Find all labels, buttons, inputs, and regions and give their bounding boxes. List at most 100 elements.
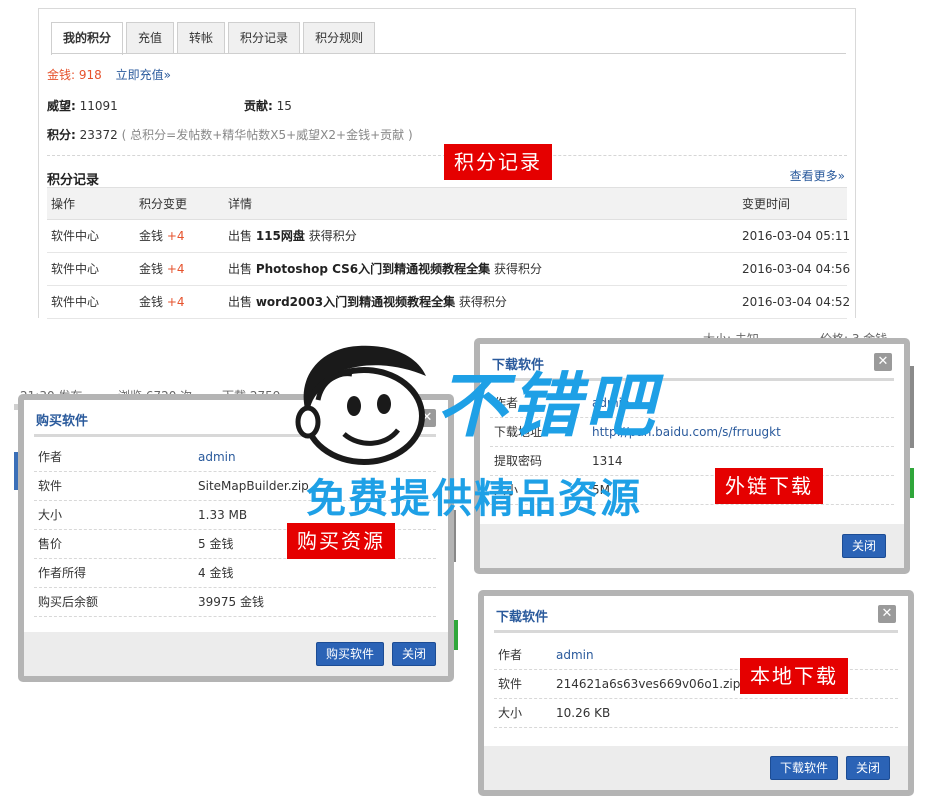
dialog-footer: 下载软件 关闭 (484, 746, 908, 790)
tab-recharge[interactable]: 充值 (126, 22, 175, 54)
row-operation: 软件中心 (51, 262, 100, 276)
money-label: 金钱: (47, 68, 76, 82)
contribution-value: 15 (276, 99, 292, 113)
row-currency: 金钱 (139, 295, 164, 309)
close-icon[interactable]: ✕ (878, 605, 896, 623)
records-table: 操作 积分变更 详情 变更时间 软件中心 金钱 +4 出售 115网盘 获得积分… (47, 187, 851, 319)
buy-button[interactable]: 购买软件 (316, 642, 385, 666)
row-delta: +4 (166, 229, 185, 243)
row-key: 大小 (38, 508, 63, 522)
row-time: 2016-03-04 05:11 (742, 229, 851, 243)
recharge-link[interactable]: 立即充值» (116, 68, 171, 82)
dialog-footer: 关闭 (480, 524, 904, 568)
row-key: 作者所得 (38, 566, 87, 580)
mascot-face-icon (295, 345, 426, 465)
dialog-row: 购买后余额 39975 金钱 (34, 588, 436, 617)
table-header: 操作 积分变更 详情 变更时间 (47, 187, 847, 220)
tab-points-records[interactable]: 积分记录 (228, 22, 301, 54)
row-value: 1.33 MB (198, 508, 248, 522)
author-link[interactable]: admin (198, 443, 236, 471)
contribution-row: 贡献: 15 (244, 97, 292, 114)
row-detail: 出售 115网盘 获得积分 (228, 220, 357, 253)
table-row: 软件中心 金钱 +4 出售 word2003入门到精通视频教程全集 获得积分 2… (47, 286, 851, 319)
row-suffix: 获得积分 (308, 229, 357, 243)
row-key: 购买后余额 (38, 595, 99, 609)
row-change: 金钱 +4 (139, 286, 185, 319)
records-title: 积分记录 (47, 173, 100, 188)
dialog-title: 下载软件 (496, 610, 549, 625)
row-value: 214621a6s63ves669v06o1.zip (556, 677, 741, 691)
header-change: 积分变更 (139, 197, 188, 211)
row-item: 115网盘 (255, 229, 305, 243)
tab-points-rules[interactable]: 积分规则 (303, 22, 376, 54)
dialog-title: 购买软件 (36, 414, 89, 429)
row-item: word2003入门到精通视频教程全集 (255, 295, 456, 309)
row-key: 售价 (38, 537, 63, 551)
row-item: Photoshop CS6入门到精通视频教程全集 (255, 262, 491, 276)
row-prefix: 出售 (228, 229, 253, 243)
close-button[interactable]: 关闭 (846, 756, 891, 780)
dialog-row: 大小 10.26 KB (494, 699, 898, 728)
close-button[interactable]: 关闭 (842, 534, 887, 558)
row-value: 4 金钱 (198, 566, 234, 580)
watermark-logo: 不错吧 免费提供精品资源 (288, 340, 728, 522)
badge-external-download: 外链下载 (715, 468, 823, 504)
row-delta: +4 (166, 295, 185, 309)
row-time: 2016-03-04 04:56 (742, 262, 851, 276)
row-key: 软件 (38, 479, 63, 493)
points-row: 积分: 23372 ( 总积分=发帖数+精华帖数X5+威望X2+金钱+贡献 ) (47, 126, 413, 143)
badge-local-download: 本地下载 (740, 658, 848, 694)
table-row: 软件中心 金钱 +4 出售 115网盘 获得积分 2016-03-04 05:1… (47, 220, 851, 253)
download-button[interactable]: 下载软件 (770, 756, 839, 780)
row-key: 作者 (38, 450, 63, 464)
header-detail: 详情 (228, 197, 253, 211)
close-icon[interactable]: ✕ (874, 353, 892, 371)
author-link[interactable]: admin (556, 641, 594, 669)
prestige-label: 威望: (47, 99, 76, 113)
row-detail: 出售 word2003入门到精通视频教程全集 获得积分 (228, 286, 507, 319)
tab-my-points[interactable]: 我的积分 (51, 22, 124, 55)
table-row: 软件中心 金钱 +4 出售 Photoshop CS6入门到精通视频教程全集 获… (47, 253, 851, 286)
row-detail: 出售 Photoshop CS6入门到精通视频教程全集 获得积分 (228, 253, 542, 286)
row-prefix: 出售 (228, 262, 253, 276)
row-change: 金钱 +4 (139, 220, 185, 253)
badge-points-records: 积分记录 (444, 144, 552, 180)
row-currency: 金钱 (139, 229, 164, 243)
row-value: 10.26 KB (556, 706, 611, 720)
row-value: 5 金钱 (198, 537, 234, 551)
row-key: 作者 (498, 648, 523, 662)
see-more-link[interactable]: 查看更多» (790, 167, 845, 184)
row-prefix: 出售 (228, 295, 253, 309)
row-value: 39975 金钱 (198, 595, 264, 609)
points-formula: ( 总积分=发帖数+精华帖数X5+威望X2+金钱+贡献 ) (121, 128, 413, 142)
row-suffix: 获得积分 (458, 295, 507, 309)
row-operation: 软件中心 (51, 229, 100, 243)
local-download-dialog: 下载软件 ✕ 作者 admin 软件 214621a6s63ves669v06o… (478, 590, 914, 796)
row-suffix: 获得积分 (493, 262, 542, 276)
dialog-divider (494, 630, 898, 633)
dialog-footer: 购买软件 关闭 (24, 632, 448, 676)
header-time: 变更时间 (742, 197, 791, 211)
row-time: 2016-03-04 04:52 (742, 295, 851, 309)
tab-transfer[interactable]: 转帐 (177, 22, 226, 54)
tab-bar: 我的积分 充值 转帐 积分记录 积分规则 (51, 22, 378, 55)
prestige-value: 11091 (79, 99, 118, 113)
points-value: 23372 (79, 128, 118, 142)
prestige-row: 威望: 11091 (47, 97, 118, 114)
contribution-label: 贡献: (244, 99, 273, 113)
logo-slogan: 免费提供精品资源 (306, 476, 642, 522)
points-label: 积分: (47, 128, 76, 142)
row-delta: +4 (166, 262, 185, 276)
money-value: 918 (78, 68, 102, 82)
logo-text: 不错吧 (436, 364, 658, 447)
badge-buy-resource: 购买资源 (287, 523, 395, 559)
row-operation: 软件中心 (51, 295, 100, 309)
row-key: 大小 (498, 706, 523, 720)
row-key: 软件 (498, 677, 523, 691)
money-row: 金钱: 918 立即充值» (47, 66, 171, 83)
close-button[interactable]: 关闭 (392, 642, 437, 666)
dialog-row: 作者所得 4 金钱 (34, 559, 436, 588)
row-change: 金钱 +4 (139, 253, 185, 286)
tab-divider (51, 53, 846, 54)
header-operation: 操作 (51, 197, 76, 211)
